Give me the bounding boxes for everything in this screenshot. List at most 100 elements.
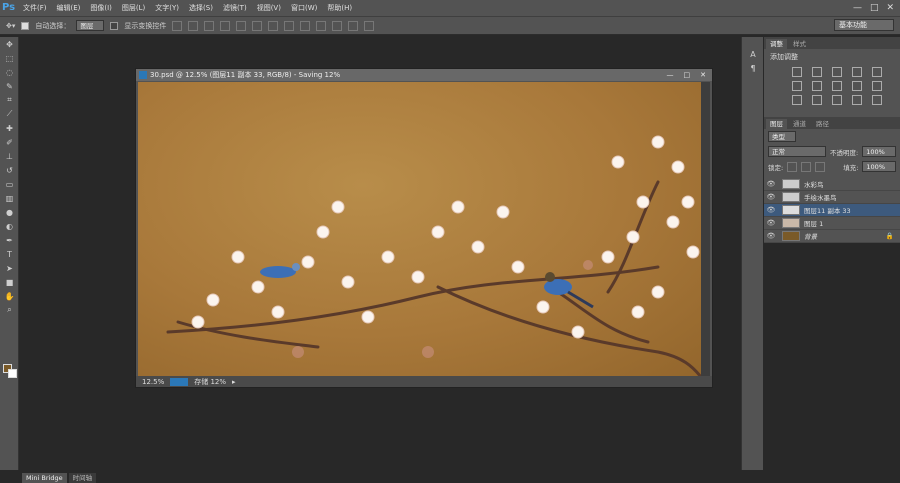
distribute-middle-icon[interactable] bbox=[284, 20, 295, 31]
color-balance-icon[interactable] bbox=[812, 81, 822, 91]
menu-layer[interactable]: 图层(L) bbox=[117, 3, 150, 13]
blend-mode-dropdown[interactable]: 正常 bbox=[768, 146, 826, 157]
eyedropper-tool-icon[interactable]: ⟋ bbox=[0, 107, 19, 121]
tab-channels[interactable]: 通道 bbox=[789, 119, 810, 129]
lock-all-icon[interactable] bbox=[815, 161, 826, 172]
tab-adjustments[interactable]: 调整 bbox=[766, 39, 787, 49]
crop-tool-icon[interactable]: ⌗ bbox=[0, 93, 19, 107]
curves-icon[interactable] bbox=[832, 67, 842, 77]
move-tool-icon[interactable]: ✥▾ bbox=[6, 22, 15, 30]
hand-tool-icon[interactable]: ✋ bbox=[0, 289, 19, 303]
layer-row[interactable]: 👁 手绘水墨鸟 bbox=[764, 191, 900, 204]
align-middle-icon[interactable] bbox=[188, 20, 199, 31]
lasso-tool-icon[interactable]: ◌ bbox=[0, 65, 19, 79]
opacity-input[interactable]: 100% bbox=[862, 146, 896, 157]
exposure-icon[interactable] bbox=[852, 67, 862, 77]
tab-mini-bridge[interactable]: Mini Bridge bbox=[22, 473, 67, 483]
lock-pixels-icon[interactable] bbox=[787, 161, 798, 172]
pen-tool-icon[interactable]: ✒ bbox=[0, 233, 19, 247]
auto-align-icon[interactable] bbox=[364, 20, 375, 31]
threshold-icon[interactable] bbox=[832, 95, 842, 105]
tab-paths[interactable]: 路径 bbox=[812, 119, 833, 129]
show-transform-checkbox[interactable] bbox=[110, 21, 119, 30]
auto-select-checkbox[interactable] bbox=[21, 21, 30, 30]
layer-row[interactable]: 👁 水彩鸟 bbox=[764, 178, 900, 191]
align-bottom-icon[interactable] bbox=[204, 20, 215, 31]
lock-position-icon[interactable] bbox=[801, 161, 812, 172]
vibrance-icon[interactable] bbox=[872, 67, 882, 77]
menu-image[interactable]: 图像(I) bbox=[85, 3, 117, 13]
menu-type[interactable]: 文字(Y) bbox=[150, 3, 184, 13]
menu-edit[interactable]: 编辑(E) bbox=[52, 3, 86, 13]
doc-info-icon[interactable] bbox=[170, 377, 189, 386]
layer-row-selected[interactable]: 👁 图层11 副本 33 bbox=[764, 204, 900, 217]
brush-tool-icon[interactable]: ✐ bbox=[0, 135, 19, 149]
distribute-right-icon[interactable] bbox=[348, 20, 359, 31]
clone-stamp-tool-icon[interactable]: ⊥ bbox=[0, 149, 19, 163]
posterize-icon[interactable] bbox=[812, 95, 822, 105]
visibility-eye-icon[interactable]: 👁 bbox=[764, 193, 778, 201]
healing-brush-tool-icon[interactable]: ✚ bbox=[0, 121, 19, 135]
hue-saturation-icon[interactable] bbox=[792, 81, 802, 91]
document-title-bar[interactable]: 30.psd @ 12.5% (图层11 副本 33, RGB/8) - Sav… bbox=[136, 69, 712, 81]
levels-icon[interactable] bbox=[812, 67, 822, 77]
close-button[interactable]: ✕ bbox=[886, 3, 894, 13]
distribute-bottom-icon[interactable] bbox=[300, 20, 311, 31]
marquee-tool-icon[interactable]: ⬚ bbox=[0, 51, 19, 65]
background-color-swatch[interactable] bbox=[8, 369, 17, 378]
doc-maximize-button[interactable]: □ bbox=[684, 71, 691, 79]
dodge-tool-icon[interactable]: ◐ bbox=[0, 219, 19, 233]
layer-row[interactable]: 👁 图层 1 bbox=[764, 217, 900, 230]
auto-select-dropdown[interactable]: 图层 bbox=[76, 20, 105, 31]
menu-select[interactable]: 选择(S) bbox=[184, 3, 218, 13]
blur-tool-icon[interactable]: ● bbox=[0, 205, 19, 219]
invert-icon[interactable] bbox=[792, 95, 802, 105]
history-brush-tool-icon[interactable]: ↺ bbox=[0, 163, 19, 177]
image-canvas[interactable] bbox=[138, 82, 701, 377]
path-select-tool-icon[interactable]: ➤ bbox=[0, 261, 19, 275]
visibility-eye-icon[interactable]: 👁 bbox=[764, 206, 778, 214]
align-top-icon[interactable] bbox=[172, 20, 183, 31]
vertical-scrollbar[interactable] bbox=[701, 82, 710, 377]
menu-window[interactable]: 窗口(W) bbox=[286, 3, 322, 13]
distribute-top-icon[interactable] bbox=[268, 20, 279, 31]
visibility-eye-icon[interactable]: 👁 bbox=[764, 180, 778, 188]
menu-help[interactable]: 帮助(H) bbox=[322, 3, 357, 13]
distribute-center-icon[interactable] bbox=[332, 20, 343, 31]
align-left-icon[interactable] bbox=[220, 20, 231, 31]
workspace-switcher[interactable]: 基本功能 bbox=[834, 19, 894, 31]
minimize-button[interactable]: — bbox=[853, 3, 862, 13]
brightness-icon[interactable] bbox=[792, 67, 802, 77]
menu-filter[interactable]: 滤镜(T) bbox=[218, 3, 252, 13]
menu-file[interactable]: 文件(F) bbox=[18, 3, 52, 13]
tab-styles[interactable]: 样式 bbox=[789, 39, 810, 49]
paragraph-panel-icon[interactable]: ¶ bbox=[742, 61, 764, 75]
visibility-eye-icon[interactable]: 👁 bbox=[764, 232, 778, 240]
align-right-icon[interactable] bbox=[252, 20, 263, 31]
tab-timeline[interactable]: 时间轴 bbox=[68, 473, 97, 483]
eraser-tool-icon[interactable]: ▭ bbox=[0, 177, 19, 191]
selective-color-icon[interactable] bbox=[852, 95, 862, 105]
layer-row[interactable]: 👁 背景 🔒 bbox=[764, 230, 900, 243]
zoom-tool-icon[interactable]: ⌕ bbox=[0, 303, 19, 317]
character-panel-icon[interactable]: A bbox=[742, 47, 764, 61]
photo-filter-icon[interactable] bbox=[852, 81, 862, 91]
quick-select-tool-icon[interactable]: ✎ bbox=[0, 79, 19, 93]
maximize-button[interactable]: □ bbox=[870, 3, 879, 13]
move-tool-icon[interactable]: ✥ bbox=[0, 37, 19, 51]
shape-tool-icon[interactable]: ■ bbox=[0, 275, 19, 289]
layer-filter-kind[interactable]: 类型 bbox=[768, 131, 796, 142]
fill-input[interactable]: 100% bbox=[862, 161, 896, 172]
black-white-icon[interactable] bbox=[832, 81, 842, 91]
gradient-tool-icon[interactable]: ▥ bbox=[0, 191, 19, 205]
gradient-map-icon[interactable] bbox=[872, 95, 882, 105]
type-tool-icon[interactable]: T bbox=[0, 247, 19, 261]
channel-mixer-icon[interactable] bbox=[872, 81, 882, 91]
distribute-left-icon[interactable] bbox=[316, 20, 327, 31]
menu-view[interactable]: 视图(V) bbox=[252, 3, 286, 13]
align-center-icon[interactable] bbox=[236, 20, 247, 31]
zoom-level[interactable]: 12.5% bbox=[142, 378, 164, 386]
visibility-eye-icon[interactable]: 👁 bbox=[764, 219, 778, 227]
tab-layers[interactable]: 图层 bbox=[766, 119, 787, 129]
doc-close-button[interactable]: ✕ bbox=[700, 71, 706, 79]
